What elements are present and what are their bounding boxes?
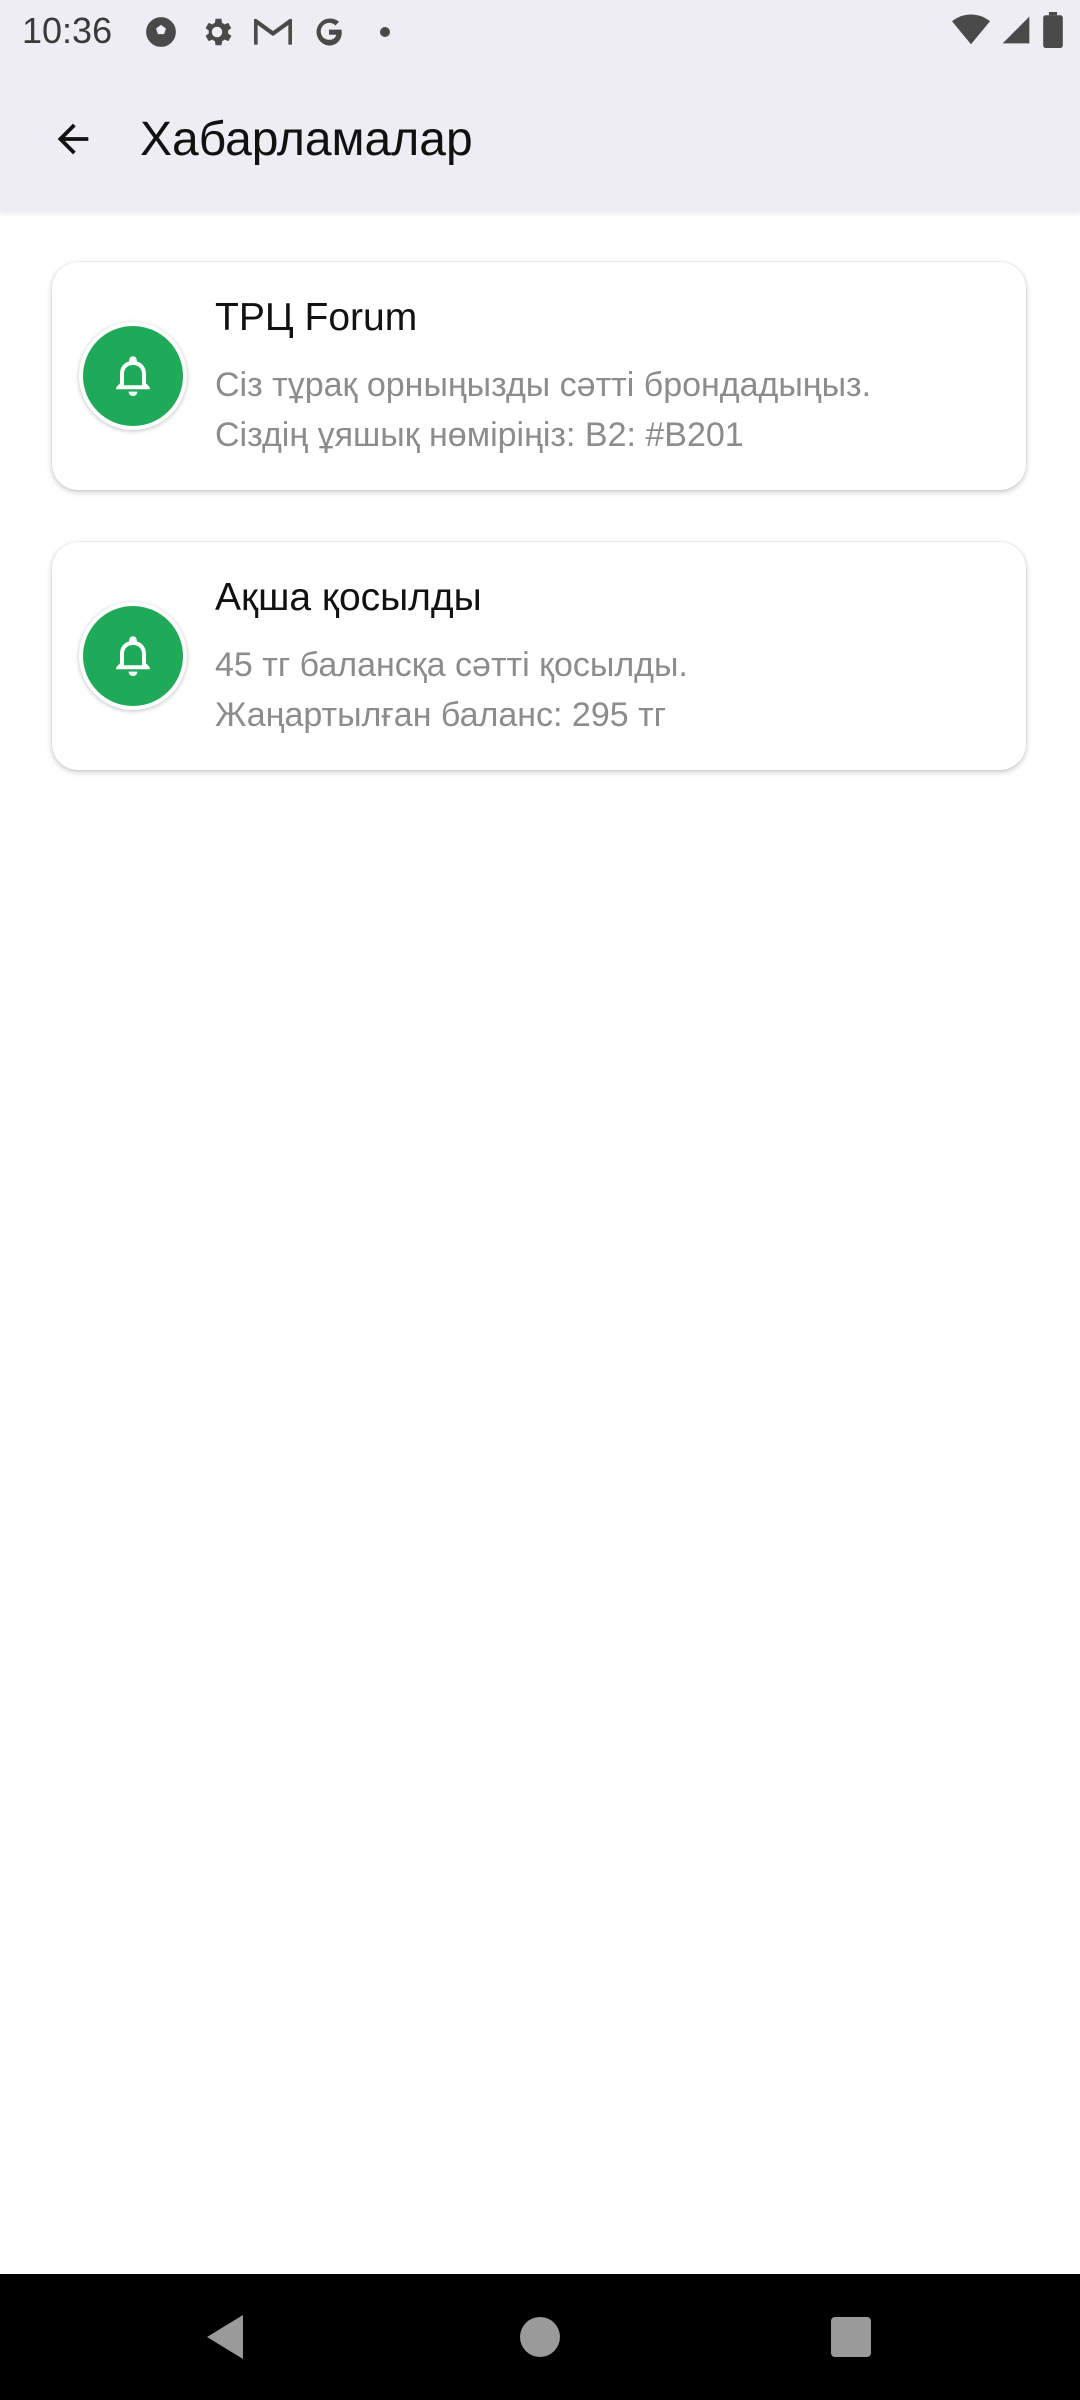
notification-icons	[142, 12, 404, 52]
gmail-icon	[254, 13, 292, 51]
settings-gear-icon	[198, 13, 236, 51]
status-bar: 10:36	[0, 0, 1080, 62]
google-icon	[310, 13, 348, 51]
notification-card[interactable]: ТРЦ Forum Сіз тұрақ орныңызды сәтті брон…	[52, 262, 1026, 490]
arrow-left-icon	[57, 123, 89, 155]
page-title: Хабарламалар	[140, 113, 473, 166]
notification-title: ТРЦ Forum	[215, 296, 418, 339]
home-circle-icon	[520, 2317, 560, 2357]
status-time: 10:36	[22, 10, 113, 51]
wifi-icon	[952, 13, 990, 51]
notification-message: Сіз тұрақ орныңызды сәтті брондадыңыз.	[215, 366, 872, 404]
notification-avatar	[79, 322, 187, 430]
recents-square-icon	[831, 2317, 871, 2357]
back-triangle-icon	[207, 2315, 243, 2359]
nav-recents-button[interactable]	[816, 2302, 886, 2372]
notification-message: 45 тг балансқа сәтті қосылды.	[215, 646, 688, 684]
system-icons	[952, 11, 1064, 53]
bell-icon	[116, 636, 150, 676]
dot-icon	[366, 13, 404, 51]
notification-title: Ақша қосылды	[215, 576, 482, 619]
bell-icon	[116, 356, 150, 396]
system-nav-bar	[0, 2274, 1080, 2400]
notification-detail: Жаңартылған баланс: 295 тг	[215, 696, 667, 734]
nav-back-button[interactable]	[190, 2302, 260, 2372]
app-bar: Хабарламалар	[0, 62, 1080, 212]
notification-avatar	[79, 602, 187, 710]
signal-icon	[1000, 14, 1032, 51]
notification-detail: Сіздің ұяшық нөміріңіз: B2: #B201	[215, 416, 744, 454]
battery-icon	[1042, 11, 1064, 53]
back-button[interactable]	[38, 104, 108, 174]
notification-card[interactable]: Ақша қосылды 45 тг балансқа сәтті қосылд…	[52, 542, 1026, 770]
soccer-ball-icon	[142, 13, 180, 51]
nav-home-button[interactable]	[505, 2302, 575, 2372]
